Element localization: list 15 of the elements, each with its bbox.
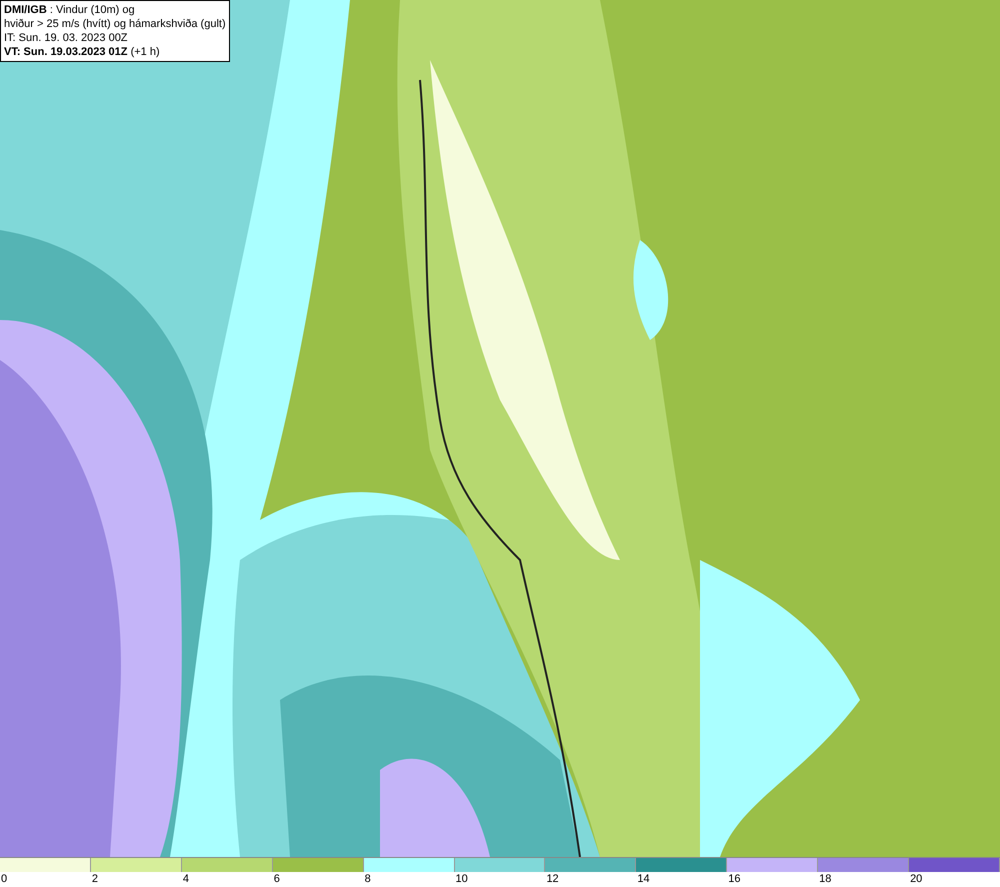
title-line: IT: Sun. 19. 03. 2023 00Z [4, 31, 129, 45]
legend-label: 10 [454, 872, 468, 886]
title-line: hviður > 25 m/s (hvítt) og hámarkshviða (gult) [4, 17, 226, 31]
legend-label: 6 [272, 872, 280, 886]
legend-label: 4 [182, 872, 189, 886]
legend-label: 0 [0, 872, 8, 886]
legend-label: 2 [90, 872, 98, 886]
legend-label: 8 [364, 872, 371, 886]
legend-label: 20 [909, 872, 922, 886]
legend-label: 16 [727, 872, 740, 886]
legend-label: 12 [545, 872, 559, 886]
title-line: VT: Sun. 19.03.2023 01Z (+1 h) [4, 45, 161, 59]
legend-label: 18 [818, 872, 832, 886]
legend-label: 14 [636, 872, 650, 886]
title-line: DMI/IGB : Vindur (10m) og [4, 3, 136, 17]
